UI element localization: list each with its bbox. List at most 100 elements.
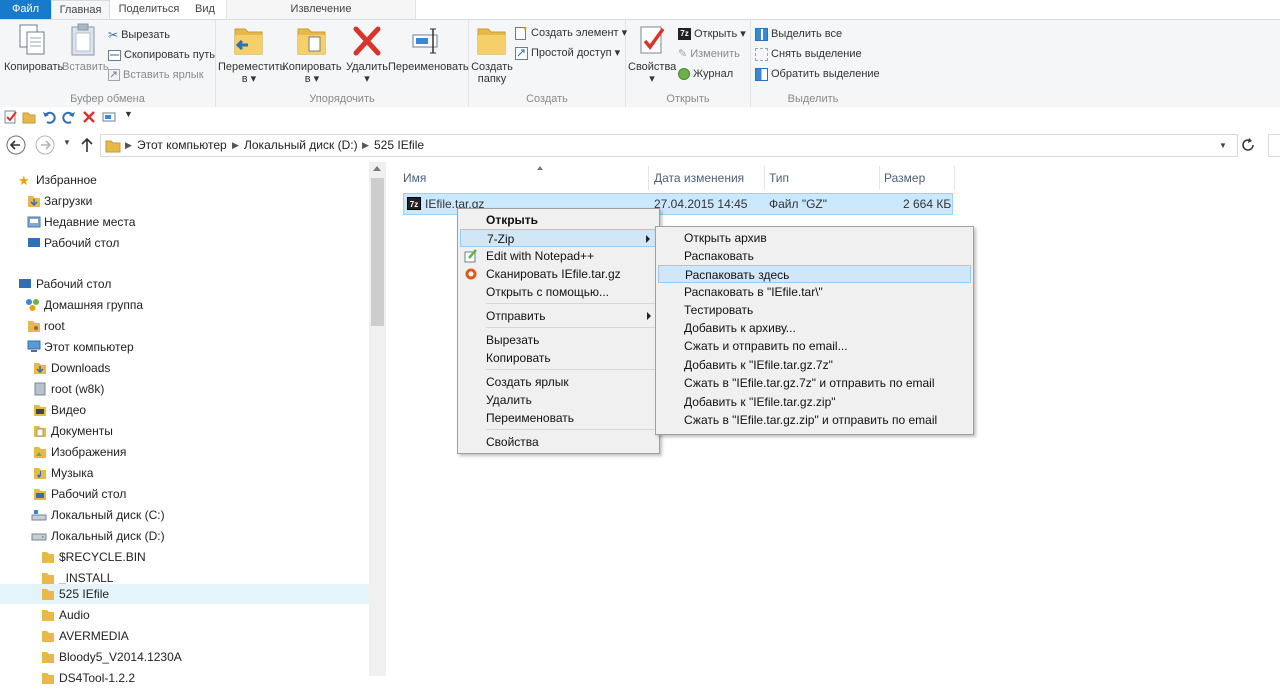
search-input[interactable] <box>1268 134 1280 157</box>
menu-cut[interactable]: Вырезать <box>460 331 657 349</box>
nav-recycle-bin-folder[interactable]: $RECYCLE.BIN <box>0 547 369 567</box>
menu-rename[interactable]: Переименовать <box>460 409 657 427</box>
menu-7zip[interactable]: 7-Zip <box>460 229 657 247</box>
breadcrumb-separator-icon[interactable]: ▶ <box>362 135 369 156</box>
delete-label: Удалить <box>346 61 388 73</box>
copy-to-button[interactable]: Копировать в ▾ <box>282 23 342 85</box>
menu-properties[interactable]: Свойства <box>460 433 657 451</box>
nav-this-pc[interactable]: Этот компьютер <box>0 337 369 357</box>
undo-small-icon[interactable] <box>42 110 56 124</box>
tab-view[interactable]: Вид <box>190 0 220 19</box>
menu-notepadpp[interactable]: Edit with Notepad++ <box>460 247 657 265</box>
nav-525-iefile[interactable]: 525 IEfile <box>0 584 369 604</box>
address-history-chevron-icon[interactable]: ▼ <box>1219 141 1227 150</box>
breadcrumb-separator-icon[interactable]: ▶ <box>125 135 132 156</box>
select-all-button[interactable]: Выделить все <box>755 25 842 43</box>
paste-shortcut-button[interactable]: Вставить ярлык <box>108 66 204 84</box>
submenu-test[interactable]: Тестировать <box>658 301 971 319</box>
new-folder-small-icon[interactable] <box>22 110 36 124</box>
select-none-button[interactable]: Снять выделение <box>755 45 862 63</box>
history-button[interactable]: Журнал <box>678 65 733 83</box>
nav-bloody5-folder[interactable]: Bloody5_V2014.1230A <box>0 647 369 667</box>
rename-small-icon[interactable] <box>102 110 118 124</box>
nav-videos[interactable]: Видео <box>0 400 369 420</box>
menu-open-with[interactable]: Открыть с помощью... <box>460 283 657 301</box>
nav-desktop-fav[interactable]: Рабочий стол <box>0 233 369 253</box>
breadcrumb-separator-icon[interactable]: ▶ <box>232 135 239 156</box>
delete-button[interactable]: Удалить ▾ <box>344 23 390 85</box>
forward-arrow-icon[interactable] <box>35 135 55 155</box>
move-to-button[interactable]: Переместить в ▾ <box>218 23 285 85</box>
nav-documents[interactable]: Документы <box>0 421 369 441</box>
nav-desktop-root[interactable]: Рабочий стол <box>0 274 369 294</box>
menu-copy[interactable]: Копировать <box>460 349 657 367</box>
tab-file[interactable]: Файл <box>0 0 51 19</box>
nav-audio-folder[interactable]: Audio <box>0 605 369 625</box>
submenu-extract[interactable]: Распаковать <box>658 247 971 265</box>
nav-desktop-pc[interactable]: Рабочий стол <box>0 484 369 504</box>
submenu-add-to-zip[interactable]: Добавить к "IEfile.tar.gz.zip" <box>658 393 971 411</box>
menu-send-to[interactable]: Отправить <box>460 307 657 325</box>
submenu-compress-zip-email[interactable]: Сжать в "IEfile.tar.gz.zip" и отправить … <box>658 411 971 429</box>
submenu-extract-here[interactable]: Распаковать здесь <box>658 265 971 283</box>
menu-delete[interactable]: Удалить <box>460 391 657 409</box>
nav-root-w8k[interactable]: root (w8k) <box>0 379 369 399</box>
nav-pane-scrollbar[interactable] <box>369 162 386 676</box>
nav-local-disk-d[interactable]: Локальный диск (D:) <box>0 526 369 546</box>
submenu-add-to-7z[interactable]: Добавить к "IEfile.tar.gz.7z" <box>658 356 971 374</box>
nav-favorites[interactable]: ★ Избранное <box>0 170 369 190</box>
nav-music[interactable]: Музыка <box>0 463 369 483</box>
submenu-open-archive[interactable]: Открыть архив <box>658 229 971 247</box>
breadcrumb-current-folder[interactable]: 525 IEfile <box>374 135 424 156</box>
copy-path-button[interactable]: Скопировать путь <box>108 46 215 64</box>
nav-local-disk-c[interactable]: Локальный диск (C:) <box>0 505 369 525</box>
nav-downloads-pc[interactable]: Downloads <box>0 358 369 378</box>
column-name[interactable]: Имя <box>403 166 649 190</box>
menu-open[interactable]: Открыть <box>460 211 657 229</box>
new-item-button[interactable]: Создать элемент ▾ <box>515 24 627 42</box>
up-arrow-icon[interactable] <box>80 136 94 154</box>
copy-button[interactable]: Копировать <box>4 23 63 73</box>
nav-homegroup[interactable]: Домашняя группа <box>0 295 369 315</box>
menu-create-shortcut[interactable]: Создать ярлык <box>460 373 657 391</box>
submenu-add-to-archive[interactable]: Добавить к архиву... <box>658 319 971 337</box>
scroll-up-arrow-icon[interactable] <box>373 166 381 171</box>
menu-scan[interactable]: Сканировать IEfile.tar.gz <box>460 265 657 283</box>
nav-pictures[interactable]: Изображения <box>0 442 369 462</box>
submenu-extract-to[interactable]: Распаковать в "IEfile.tar\" <box>658 283 971 301</box>
customize-qat-chevron-icon[interactable]: ▼ <box>124 109 133 119</box>
tab-share[interactable]: Поделиться <box>112 0 186 19</box>
nav-ds4tool-folder[interactable]: DS4Tool-1.2.2 <box>0 668 369 688</box>
refresh-icon[interactable] <box>1240 137 1256 153</box>
nav-avermedia-folder[interactable]: AVERMEDIA <box>0 626 369 646</box>
open-button[interactable]: 7z Открыть ▾ <box>678 25 746 43</box>
submenu-compress-7z-email[interactable]: Сжать в "IEfile.tar.gz.7z" и отправить п… <box>658 374 971 392</box>
back-arrow-icon[interactable] <box>6 135 26 155</box>
column-date[interactable]: Дата изменения <box>654 166 765 190</box>
breadcrumb-local-disk-d[interactable]: Локальный диск (D:) <box>244 135 358 156</box>
properties-small-icon[interactable] <box>4 110 18 124</box>
nav-downloads[interactable]: Загрузки <box>0 191 369 211</box>
column-size[interactable]: Размер <box>884 166 955 190</box>
nav-root-user[interactable]: root <box>0 316 369 336</box>
rename-button[interactable]: Переименовать <box>388 23 469 73</box>
redo-small-icon[interactable] <box>62 110 76 124</box>
new-folder-button[interactable]: Создать папку <box>471 23 513 85</box>
nav-recent-places[interactable]: Недавние места <box>0 212 369 232</box>
recent-locations-chevron-icon[interactable]: ▼ <box>63 138 71 147</box>
column-type[interactable]: Тип <box>769 166 880 190</box>
properties-button[interactable]: Свойства ▾ <box>628 23 676 85</box>
tab-home[interactable]: Главная <box>51 0 110 20</box>
scrollbar-thumb[interactable] <box>371 178 384 326</box>
cut-button[interactable]: ✂ Вырезать <box>108 26 170 44</box>
invert-selection-button[interactable]: Обратить выделение <box>755 65 880 83</box>
edit-button[interactable]: ✎ Изменить <box>678 45 740 63</box>
submenu-arrow-icon <box>647 312 651 320</box>
address-bar[interactable]: ▶ Этот компьютер ▶ Локальный диск (D:) ▶… <box>100 134 1238 157</box>
breadcrumb-this-pc[interactable]: Этот компьютер <box>137 135 227 156</box>
easy-access-button[interactable]: Простой доступ ▾ <box>515 44 620 62</box>
tab-extract[interactable]: Извлечение <box>280 0 362 19</box>
submenu-compress-email[interactable]: Сжать и отправить по email... <box>658 337 971 355</box>
delete-small-icon[interactable] <box>82 110 96 124</box>
paste-button[interactable]: Вставить <box>62 23 109 73</box>
